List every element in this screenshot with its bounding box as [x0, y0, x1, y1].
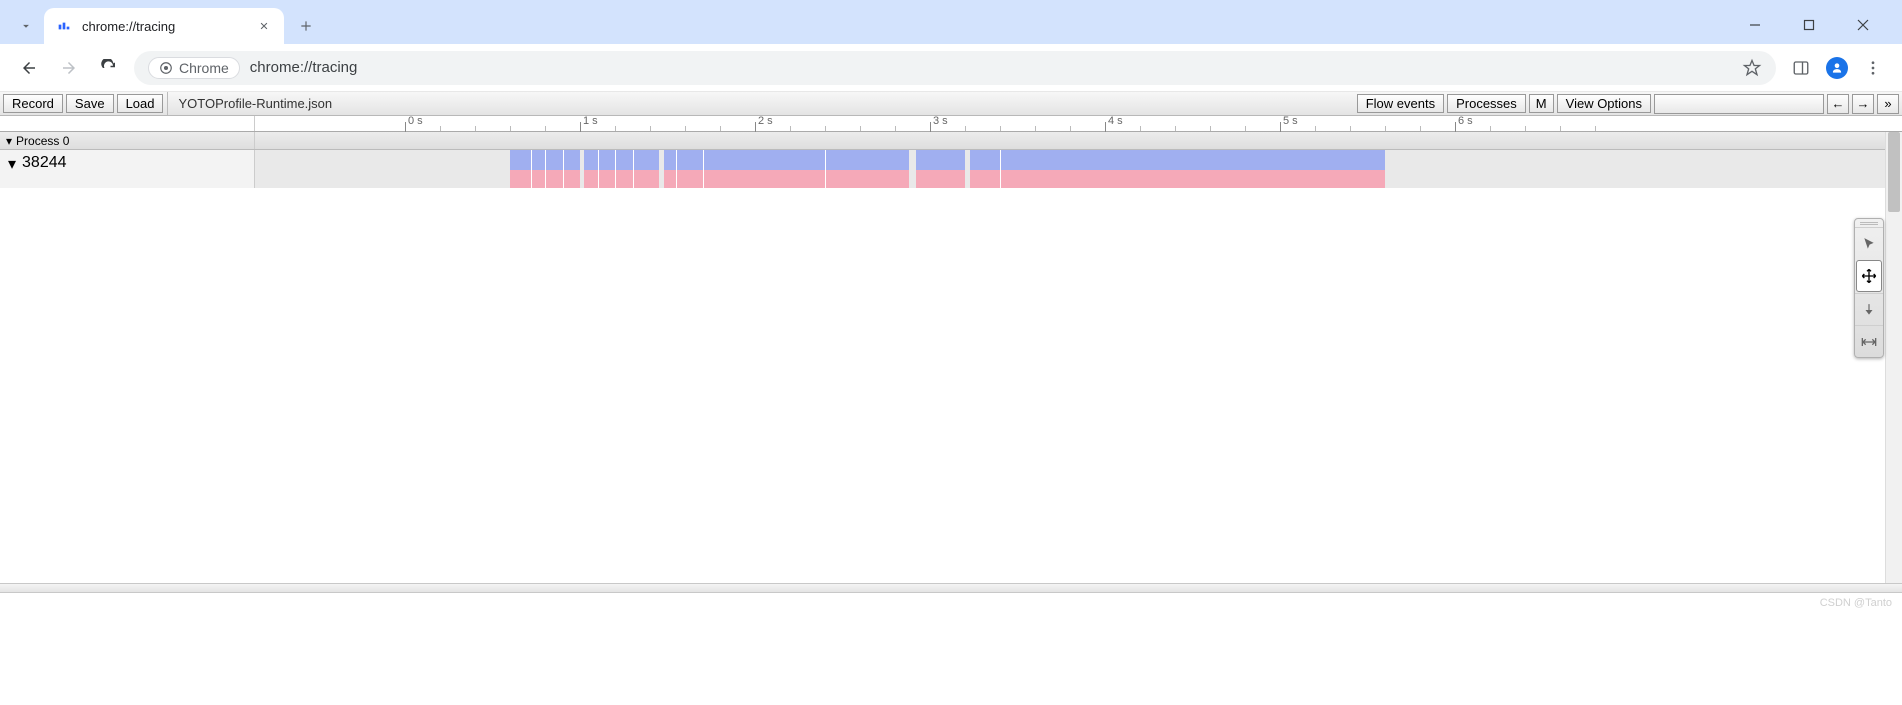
plus-icon — [299, 19, 313, 33]
timeline-ruler[interactable]: 0 s1 s2 s3 s4 s5 s6 s — [255, 116, 1902, 132]
tab-close-button[interactable] — [256, 18, 272, 34]
thread-track[interactable] — [255, 150, 1902, 189]
omnibox[interactable]: Chrome chrome://tracing — [134, 51, 1776, 85]
record-button[interactable]: Record — [3, 94, 63, 113]
extensions-area — [1786, 57, 1888, 79]
m-button[interactable]: M — [1529, 94, 1554, 113]
timeline-ruler-row: 0 s1 s2 s3 s4 s5 s6 s — [0, 116, 1902, 132]
selection-tool-button[interactable] — [1855, 227, 1883, 259]
thread-label-toggle[interactable]: ▾ 38244 — [0, 150, 255, 189]
cursor-icon — [1862, 237, 1876, 251]
new-tab-button[interactable] — [292, 12, 320, 40]
close-icon — [259, 21, 269, 31]
url-toolbar: Chrome chrome://tracing — [0, 44, 1902, 92]
pan-tool-button[interactable] — [1856, 260, 1882, 292]
tab-search-button[interactable] — [12, 12, 40, 40]
scrollbar-thumb[interactable] — [1888, 132, 1900, 212]
profile-button[interactable] — [1826, 57, 1848, 79]
back-button[interactable] — [14, 53, 44, 83]
triangle-down-icon: ▾ — [6, 134, 12, 148]
move-icon — [1861, 268, 1877, 284]
triangle-down-icon: ▾ — [8, 154, 16, 174]
kebab-menu-icon[interactable] — [1864, 59, 1882, 77]
tab-title: chrome://tracing — [82, 19, 246, 34]
save-button[interactable]: Save — [66, 94, 114, 113]
search-field[interactable] — [1654, 94, 1824, 114]
view-options-button[interactable]: View Options — [1557, 94, 1651, 113]
browser-tab[interactable]: chrome://tracing — [44, 8, 284, 44]
watermark-text: CSDN @Tanto — [1820, 597, 1892, 609]
zoom-tool-button[interactable] — [1855, 293, 1883, 325]
window-maximize-button[interactable] — [1792, 18, 1826, 36]
side-panel-icon[interactable] — [1792, 59, 1810, 77]
thread-id: 38244 — [22, 154, 67, 172]
horizontal-arrows-icon — [1861, 336, 1877, 348]
scroll-right-button[interactable]: → — [1852, 94, 1874, 114]
tracing-toolbar: Record Save Load YOTOProfile-Runtime.jso… — [0, 92, 1902, 116]
overflow-button[interactable]: » — [1877, 94, 1899, 114]
window-minimize-button[interactable] — [1738, 18, 1772, 36]
url-text: chrome://tracing — [250, 59, 358, 76]
vertical-scrollbar[interactable] — [1885, 132, 1902, 583]
arrow-down-icon — [1862, 303, 1876, 317]
reload-button[interactable] — [94, 53, 124, 83]
process-header-toggle[interactable]: ▾ Process 0 — [0, 132, 255, 149]
flow-events-button[interactable]: Flow events — [1357, 94, 1444, 113]
scroll-left-button[interactable]: ← — [1827, 94, 1849, 114]
empty-timeline-area — [0, 188, 1885, 583]
process-header: ▾ Process 0 X — [0, 132, 1902, 150]
palette-grip[interactable] — [1855, 219, 1883, 227]
arrow-right-icon — [60, 59, 78, 77]
reload-icon — [100, 59, 118, 77]
forward-button[interactable] — [54, 53, 84, 83]
window-controls — [1738, 18, 1890, 44]
timing-tool-button[interactable] — [1855, 325, 1883, 357]
loaded-filename: YOTOProfile-Runtime.json — [167, 92, 342, 115]
person-icon — [1830, 61, 1844, 75]
processes-button[interactable]: Processes — [1447, 94, 1526, 113]
site-chip[interactable]: Chrome — [148, 57, 240, 79]
chevron-down-icon — [19, 19, 33, 33]
chrome-logo-icon — [159, 61, 173, 75]
window-titlebar: chrome://tracing — [0, 0, 1902, 44]
load-button[interactable]: Load — [117, 94, 164, 113]
process-name: Process 0 — [16, 134, 69, 148]
window-close-button[interactable] — [1846, 18, 1880, 36]
arrow-left-icon — [20, 59, 38, 77]
details-drag-handle[interactable] — [0, 583, 1902, 593]
bookmark-star-icon[interactable] — [1742, 58, 1762, 78]
tool-palette[interactable] — [1854, 218, 1884, 358]
tracing-favicon-icon — [56, 18, 72, 34]
site-chip-label: Chrome — [179, 60, 229, 76]
thread-row: ▾ 38244 — [0, 150, 1902, 190]
